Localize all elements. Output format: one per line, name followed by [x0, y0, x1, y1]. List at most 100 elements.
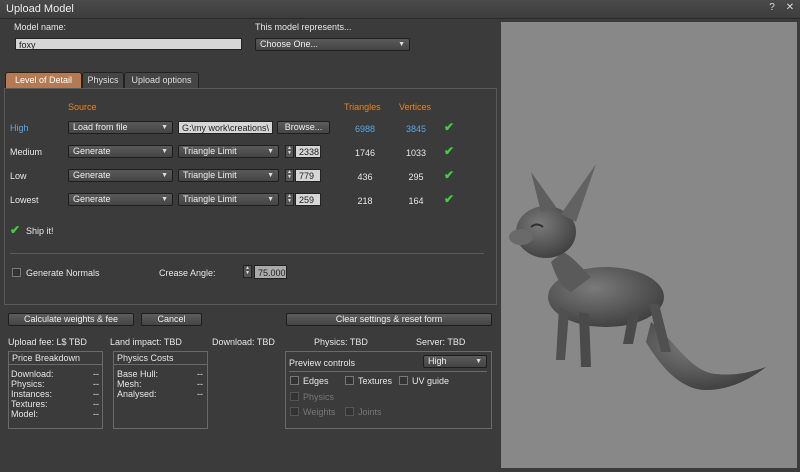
limit-input-medium[interactable]: 2338 [295, 145, 321, 158]
model-preview-viewport[interactable] [501, 22, 797, 468]
tab-level-of-detail[interactable]: Level of Detail [5, 72, 82, 88]
fox-model-preview [509, 164, 766, 390]
row-key: Analysed: [117, 389, 157, 399]
check-icon: ✔ [10, 223, 21, 237]
lod-source-value: Load from file [73, 122, 128, 132]
upload-fee: Upload fee: L$ TBD [8, 337, 87, 347]
lod-row-label-high: High [10, 123, 29, 133]
lod-source-dropdown-low[interactable]: Generate ▼ [68, 169, 173, 182]
joints-label: Joints [358, 407, 382, 417]
triangles-high: 6988 [354, 124, 376, 134]
model-represents-label: This model represents... [255, 22, 352, 32]
crease-angle-stepper[interactable]: ▲ ▼ [243, 265, 252, 278]
chevron-down-icon: ▼ [267, 196, 274, 203]
triangles-header: Triangles [344, 102, 381, 112]
row-value: -- [197, 389, 203, 399]
lod-row-label-medium: Medium [10, 147, 43, 157]
lod-source-value: Generate [73, 170, 111, 180]
row-value: -- [93, 369, 99, 379]
lod-source-dropdown-lowest[interactable]: Generate ▼ [68, 193, 173, 206]
model-represents-dropdown[interactable]: Choose One... ▼ [255, 38, 410, 51]
row-key: Physics: [11, 379, 45, 389]
divider [289, 371, 487, 372]
vertices-header: Vertices [399, 102, 432, 112]
limit-stepper-medium[interactable]: ▲ ▼ [285, 145, 294, 158]
textures-checkbox[interactable] [345, 376, 354, 385]
price-breakdown-list: Download: -- Physics: -- Instances: -- Text… [11, 369, 99, 419]
window-title: Upload Model [6, 3, 74, 15]
crease-angle-input[interactable]: 75.000 [254, 265, 287, 279]
lod-method-value: Triangle Limit [183, 146, 237, 156]
model-represents-value: Choose One... [260, 39, 319, 49]
cancel-button[interactable]: Cancel [141, 313, 202, 326]
physics-preview-label: Physics [303, 392, 335, 402]
row-key: Textures: [11, 399, 48, 409]
vertices-low: 295 [408, 172, 424, 182]
row-value: -- [197, 379, 203, 389]
limit-input-low[interactable]: 779 [295, 169, 321, 182]
chevron-down-icon: ▼ [161, 172, 168, 179]
lod-source-value: Generate [73, 194, 111, 204]
limit-stepper-low[interactable]: ▲ ▼ [285, 169, 294, 182]
check-icon: ✔ [444, 168, 455, 182]
close-icon[interactable]: ✕ [784, 2, 796, 14]
check-icon: ✔ [444, 192, 455, 206]
lod-source-dropdown-high[interactable]: Load from file ▼ [68, 121, 173, 134]
generate-normals-checkbox[interactable] [12, 268, 21, 277]
joints-checkbox[interactable] [345, 407, 354, 416]
preview-controls-title: Preview controls [289, 358, 356, 368]
list-item: Mesh: -- [117, 379, 203, 389]
edges-checkbox[interactable] [290, 376, 299, 385]
row-value: -- [93, 379, 99, 389]
row-value: -- [93, 389, 99, 399]
title-bar[interactable] [0, 0, 800, 19]
lod-method-dropdown-lowest[interactable]: Triangle Limit ▼ [178, 193, 279, 206]
list-item: Base Hull: -- [117, 369, 203, 379]
lod-source-dropdown-medium[interactable]: Generate ▼ [68, 145, 173, 158]
list-item: Model: -- [11, 409, 99, 419]
tab-physics[interactable]: Physics [82, 72, 124, 88]
uv-guide-label: UV guide [412, 376, 450, 386]
uv-guide-checkbox[interactable] [399, 376, 408, 385]
lod-source-value: Generate [73, 146, 111, 156]
help-icon[interactable]: ? [766, 2, 778, 14]
lod-method-dropdown-low[interactable]: Triangle Limit ▼ [178, 169, 279, 182]
chevron-down-icon: ▼ [267, 172, 274, 179]
row-key: Model: [11, 409, 39, 419]
list-item: Physics: -- [11, 379, 99, 389]
lod-file-path-input[interactable]: G:\my work\creations\ [178, 121, 273, 134]
physics-preview-checkbox[interactable] [290, 392, 299, 401]
download-stat: Download: TBD [212, 337, 275, 347]
calculate-weights-button[interactable]: Calculate weights & fee [8, 313, 134, 326]
preview-level-dropdown[interactable]: High ▼ [423, 355, 487, 368]
lod-method-value: Triangle Limit [183, 170, 237, 180]
row-value: -- [93, 409, 99, 419]
list-item: Textures: -- [11, 399, 99, 409]
row-key: Base Hull: [117, 369, 159, 379]
limit-stepper-lowest[interactable]: ▲ ▼ [285, 193, 294, 206]
chevron-down-icon: ▼ [267, 148, 274, 155]
vertices-medium: 1033 [405, 148, 427, 158]
physics-costs-title: Physics Costs [114, 352, 207, 365]
check-icon: ✔ [444, 144, 455, 158]
list-item: Instances: -- [11, 389, 99, 399]
row-key: Instances: [11, 389, 53, 399]
chevron-down-icon: ▼ [161, 124, 168, 131]
clear-settings-button[interactable]: Clear settings & reset form [286, 313, 492, 326]
list-item: Analysed: -- [117, 389, 203, 399]
tab-upload-options[interactable]: Upload options [124, 72, 199, 88]
browse-button[interactable]: Browse... [277, 121, 330, 134]
ship-it-label: Ship it! [26, 226, 54, 236]
textures-label: Textures [358, 376, 393, 386]
weights-checkbox[interactable] [290, 407, 299, 416]
row-value: -- [197, 369, 203, 379]
edges-label: Edges [303, 376, 329, 386]
preview-level-value: High [428, 356, 447, 366]
vertices-high: 3845 [405, 124, 427, 134]
limit-input-lowest[interactable]: 259 [295, 193, 321, 206]
row-key: Download: [11, 369, 54, 379]
lod-method-dropdown-medium[interactable]: Triangle Limit ▼ [178, 145, 279, 158]
model-name-input[interactable]: foxy [15, 38, 242, 50]
list-item: Download: -- [11, 369, 99, 379]
row-value: -- [93, 399, 99, 409]
